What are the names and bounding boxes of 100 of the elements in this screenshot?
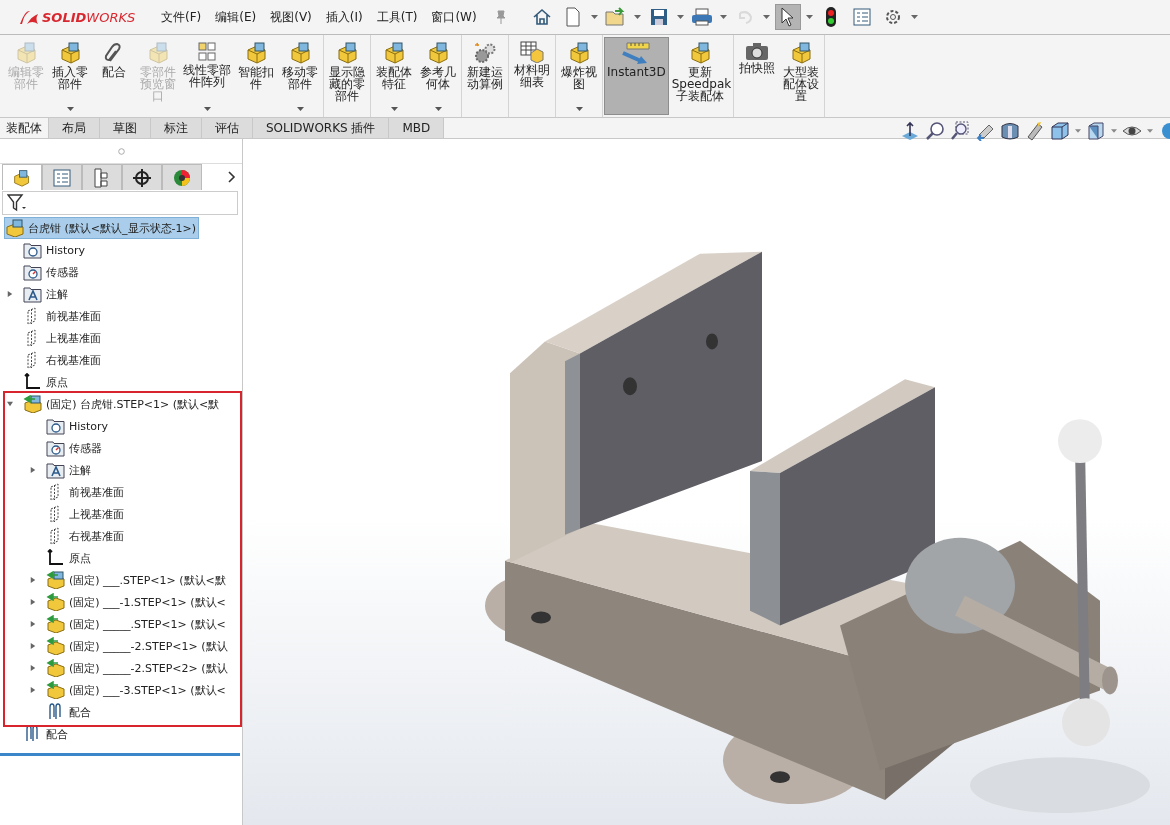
command-tab[interactable]: SOLIDWORKS 插件 [253, 118, 390, 138]
property-tab[interactable] [42, 164, 82, 190]
tree-item[interactable]: 原点 [46, 548, 93, 568]
chevron-right-icon[interactable] [228, 171, 236, 183]
crosshair-icon [132, 167, 152, 188]
menu-item[interactable]: 文件(F) [161, 8, 202, 26]
command-tab[interactable]: MBD [389, 118, 445, 138]
tree-item[interactable]: 右视基准面 [23, 350, 103, 370]
expand-arrow-icon[interactable] [30, 620, 36, 628]
history-folder-icon [23, 241, 43, 259]
ribbon-button[interactable]: 移动零部件 [278, 37, 322, 115]
tree-item[interactable]: (固定) ___-3.STEP<1> (默认< [46, 680, 228, 700]
caret-icon[interactable] [676, 15, 684, 19]
sensor-folder-icon [23, 263, 43, 281]
cube-icon [567, 41, 591, 65]
configuration-tab[interactable] [82, 164, 122, 190]
display-tab[interactable] [162, 164, 202, 190]
ribbon-button[interactable]: 更新Speedpak子装配体 [668, 37, 733, 115]
caret-icon[interactable] [910, 15, 918, 19]
list-icon [53, 168, 71, 187]
ribbon-button[interactable]: 装配体特征 [372, 37, 416, 115]
tree-icon [93, 167, 111, 188]
dimension-tab[interactable] [122, 164, 162, 190]
tree-item[interactable]: 上视基准面 [23, 328, 103, 348]
pencil-icon[interactable] [1025, 121, 1045, 141]
ribbon-button[interactable]: Instant3D [604, 37, 669, 115]
caret-icon[interactable] [1111, 129, 1117, 133]
caret-icon[interactable] [590, 15, 598, 19]
select-button[interactable] [774, 4, 801, 30]
section-view-icon[interactable] [1000, 121, 1020, 141]
menu-item[interactable]: 视图(V) [270, 8, 312, 26]
menu-item[interactable]: 编辑(E) [215, 8, 257, 26]
filter-field[interactable] [2, 191, 238, 215]
home-icon [531, 7, 552, 27]
tree-item[interactable]: 注解 [46, 460, 93, 480]
expand-arrow-icon[interactable] [30, 686, 36, 694]
tree-item[interactable]: (固定) ___.STEP<1> (默认<默 [46, 570, 228, 590]
part-icon [46, 637, 66, 655]
tree-item[interactable]: 传感器 [46, 438, 104, 458]
view-orientation-icon[interactable] [1050, 121, 1070, 141]
ribbon-button[interactable]: 拍快照 [735, 37, 780, 115]
tree-item[interactable]: 注解 [23, 284, 70, 304]
tree-item[interactable]: 原点 [23, 372, 70, 392]
ribbon-button[interactable]: 插入零部件 [48, 37, 92, 115]
caret-icon[interactable] [719, 15, 727, 19]
display-style-icon[interactable] [1086, 121, 1106, 141]
ribbon-button[interactable]: 大型装配体设置 [779, 37, 824, 115]
part-icon [46, 615, 66, 633]
tree-item[interactable]: 前视基准面 [46, 482, 126, 502]
ribbon-button[interactable]: 材料明细表 [510, 37, 554, 115]
caret-icon[interactable] [633, 15, 641, 19]
tree-item[interactable]: History [23, 240, 88, 260]
tree-item[interactable]: (固定) _____-2.STEP<2> (默认 [46, 658, 230, 678]
expand-arrow-icon[interactable] [7, 290, 13, 298]
pin-icon[interactable] [494, 10, 507, 24]
command-tab[interactable]: 草图 [100, 118, 151, 138]
resize-handle-icon[interactable] [117, 147, 125, 155]
tree-item[interactable]: 上视基准面 [46, 504, 126, 524]
tree-item[interactable]: 前视基准面 [23, 306, 103, 326]
tree-item[interactable]: (固定) _____.STEP<1> (默认< [46, 614, 228, 634]
feature-tree-tab[interactable] [2, 164, 42, 190]
tree-item[interactable]: 台虎钳 (默认<默认_显示状态-1>) [4, 217, 199, 239]
zoom-icon[interactable] [925, 121, 945, 141]
expand-arrow-icon[interactable] [30, 642, 36, 650]
ribbon-button[interactable]: 智能扣件 [234, 37, 278, 115]
tree-item[interactable]: 配合 [46, 702, 93, 722]
caret-icon[interactable] [1075, 129, 1081, 133]
tree-item[interactable]: (固定) _____-2.STEP<1> (默认 [46, 636, 230, 656]
cube-icon [789, 41, 814, 65]
caret-icon[interactable] [1147, 129, 1153, 133]
ribbon-button[interactable]: 爆炸视图 [557, 37, 601, 115]
menu-item[interactable]: 窗口(W) [431, 8, 477, 26]
cube-icon [382, 41, 406, 65]
command-tab[interactable]: 评估 [202, 118, 253, 138]
expand-arrow-icon[interactable] [30, 598, 36, 606]
ruler-icon [621, 41, 652, 65]
menu-item[interactable]: 插入(I) [325, 8, 363, 26]
caret-icon[interactable] [805, 15, 813, 19]
ribbon-button[interactable]: 参考几何体 [416, 37, 460, 115]
tree-item[interactable]: (固定) ___-1.STEP<1> (默认< [46, 592, 228, 612]
document-icon [563, 7, 582, 27]
zoom-box-icon[interactable] [950, 121, 970, 141]
command-tab[interactable]: 标注 [151, 118, 202, 138]
ribbon-button[interactable]: 新建运动算例 [463, 37, 507, 115]
ribbon-button[interactable]: 线性零部件阵列 [180, 37, 234, 115]
ribbon-button[interactable]: 显示隐藏的零部件 [325, 37, 369, 115]
expand-arrow-icon[interactable] [30, 664, 36, 672]
expand-arrow-icon[interactable] [30, 576, 36, 584]
cube-icon [12, 168, 32, 187]
expand-arrow-icon[interactable] [30, 466, 36, 474]
command-tab[interactable]: 布局 [49, 118, 100, 138]
expand-arrow-icon[interactable] [7, 400, 13, 408]
tree-item[interactable]: 配合 [23, 724, 70, 744]
axis-icon[interactable] [900, 121, 920, 141]
tree-item[interactable]: History [46, 416, 111, 436]
ribbon-button[interactable]: 配合 [92, 37, 136, 115]
menu-item[interactable]: 工具(T) [376, 8, 418, 26]
tree-item[interactable]: 右视基准面 [46, 526, 126, 546]
tree-item[interactable]: (固定) 台虎钳.STEP<1> (默认<默 [23, 394, 222, 414]
tree-item[interactable]: 传感器 [23, 262, 81, 282]
